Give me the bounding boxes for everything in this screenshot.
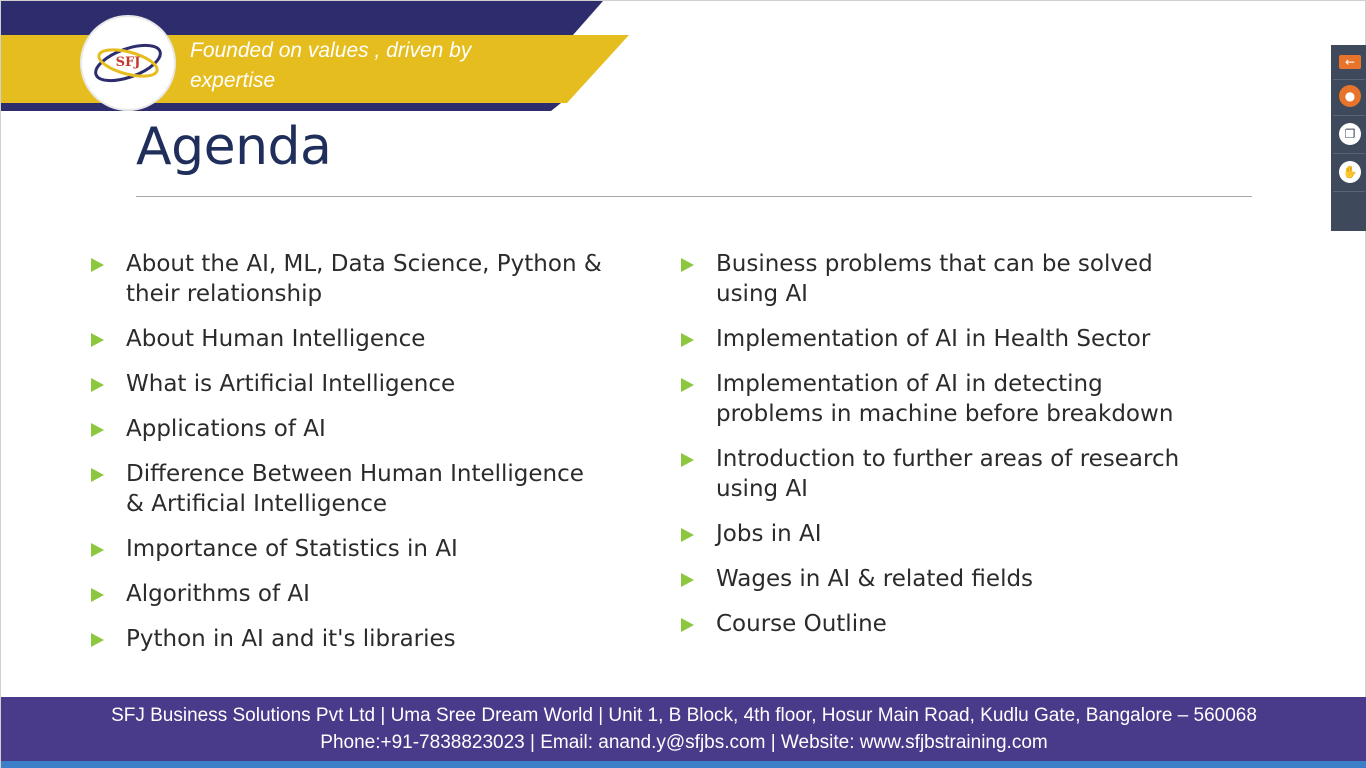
agenda-item-text: Applications of AI [126, 416, 326, 442]
agenda-item-text: About Human Intelligence [126, 326, 426, 352]
title-divider [136, 196, 1252, 197]
bullet-arrow-icon [681, 618, 694, 632]
bullet-arrow-icon [681, 573, 694, 587]
footer-address: SFJ Business Solutions Pvt Ltd | Uma Sre… [111, 705, 1257, 726]
bullet-arrow-icon [91, 633, 104, 647]
agenda-item-text: What is Artificial Intelligence [126, 371, 456, 397]
agenda-item: Difference Between Human Intelligence & … [89, 459, 609, 519]
agenda-item: Applications of AI [89, 414, 609, 444]
bullet-arrow-icon [681, 378, 694, 392]
agenda-item-text: Difference Between Human Intelligence & … [126, 461, 584, 517]
footer-strip [1, 761, 1366, 768]
agenda-item: What is Artificial Intelligence [89, 369, 609, 399]
agenda-item: About Human Intelligence [89, 324, 609, 354]
window-icon[interactable]: ❐ [1339, 123, 1361, 145]
bullet-arrow-icon [91, 258, 104, 272]
microphone-off-icon[interactable]: ● [1339, 85, 1361, 107]
footer-contact: Phone:+91-7838823023 | Email: anand.y@sf… [320, 732, 1048, 753]
tagline: Founded on values , driven by expertise [190, 39, 472, 92]
agenda-item-text: Introduction to further areas of researc… [716, 446, 1180, 502]
bullet-arrow-icon [681, 258, 694, 272]
agenda-item-text: Python in AI and it's libraries [126, 626, 456, 652]
bullet-arrow-icon [91, 588, 104, 602]
toolbar-divider [1333, 191, 1365, 192]
agenda-item-text: Wages in AI & related fields [716, 566, 1034, 592]
bullet-arrow-icon [91, 468, 104, 482]
agenda-item: Business problems that can be solved usi… [679, 249, 1199, 309]
agenda-item: Implementation of AI in Health Sector [679, 324, 1199, 354]
agenda-item-text: Importance of Statistics in AI [126, 536, 458, 562]
agenda-item: Implementation of AI in detecting proble… [679, 369, 1199, 429]
company-logo: SFJ [82, 17, 174, 109]
presentation-toolbar: ← ● ❐ ✋ [1331, 45, 1366, 231]
bullet-arrow-icon [681, 528, 694, 542]
bullet-arrow-icon [681, 453, 694, 467]
agenda-item: Jobs in AI [679, 519, 1199, 549]
arrow-left-icon[interactable]: ← [1339, 55, 1361, 69]
agenda-item-text: About the AI, ML, Data Science, Python &… [126, 251, 602, 307]
toolbar-divider [1333, 115, 1365, 116]
agenda-item-text: Algorithms of AI [126, 581, 310, 607]
agenda-left-column: About the AI, ML, Data Science, Python &… [89, 249, 609, 669]
agenda-item-text: Jobs in AI [716, 521, 822, 547]
agenda-right-column: Business problems that can be solved usi… [679, 249, 1199, 654]
bullet-arrow-icon [91, 543, 104, 557]
bullet-arrow-icon [91, 423, 104, 437]
hand-icon[interactable]: ✋ [1339, 161, 1361, 183]
agenda-item: Wages in AI & related fields [679, 564, 1199, 594]
agenda-item: About the AI, ML, Data Science, Python &… [89, 249, 609, 309]
agenda-item: Python in AI and it's libraries [89, 624, 609, 654]
bullet-arrow-icon [91, 333, 104, 347]
agenda-item-text: Implementation of AI in detecting proble… [716, 371, 1174, 427]
slide-title: Agenda [136, 117, 332, 177]
agenda-item-text: Course Outline [716, 611, 887, 637]
agenda-item: Course Outline [679, 609, 1199, 639]
logo-text: SFJ [115, 55, 141, 70]
agenda-item: Algorithms of AI [89, 579, 609, 609]
agenda-item-text: Business problems that can be solved usi… [716, 251, 1153, 307]
slide: SFJ Founded on values , driven by expert… [0, 0, 1366, 768]
footer: SFJ Business Solutions Pvt Ltd | Uma Sre… [1, 697, 1366, 768]
toolbar-divider [1333, 153, 1365, 154]
bullet-arrow-icon [681, 333, 694, 347]
toolbar-divider [1333, 79, 1365, 80]
agenda-item: Introduction to further areas of researc… [679, 444, 1199, 504]
bullet-arrow-icon [91, 378, 104, 392]
agenda-item: Importance of Statistics in AI [89, 534, 609, 564]
agenda-item-text: Implementation of AI in Health Sector [716, 326, 1151, 352]
